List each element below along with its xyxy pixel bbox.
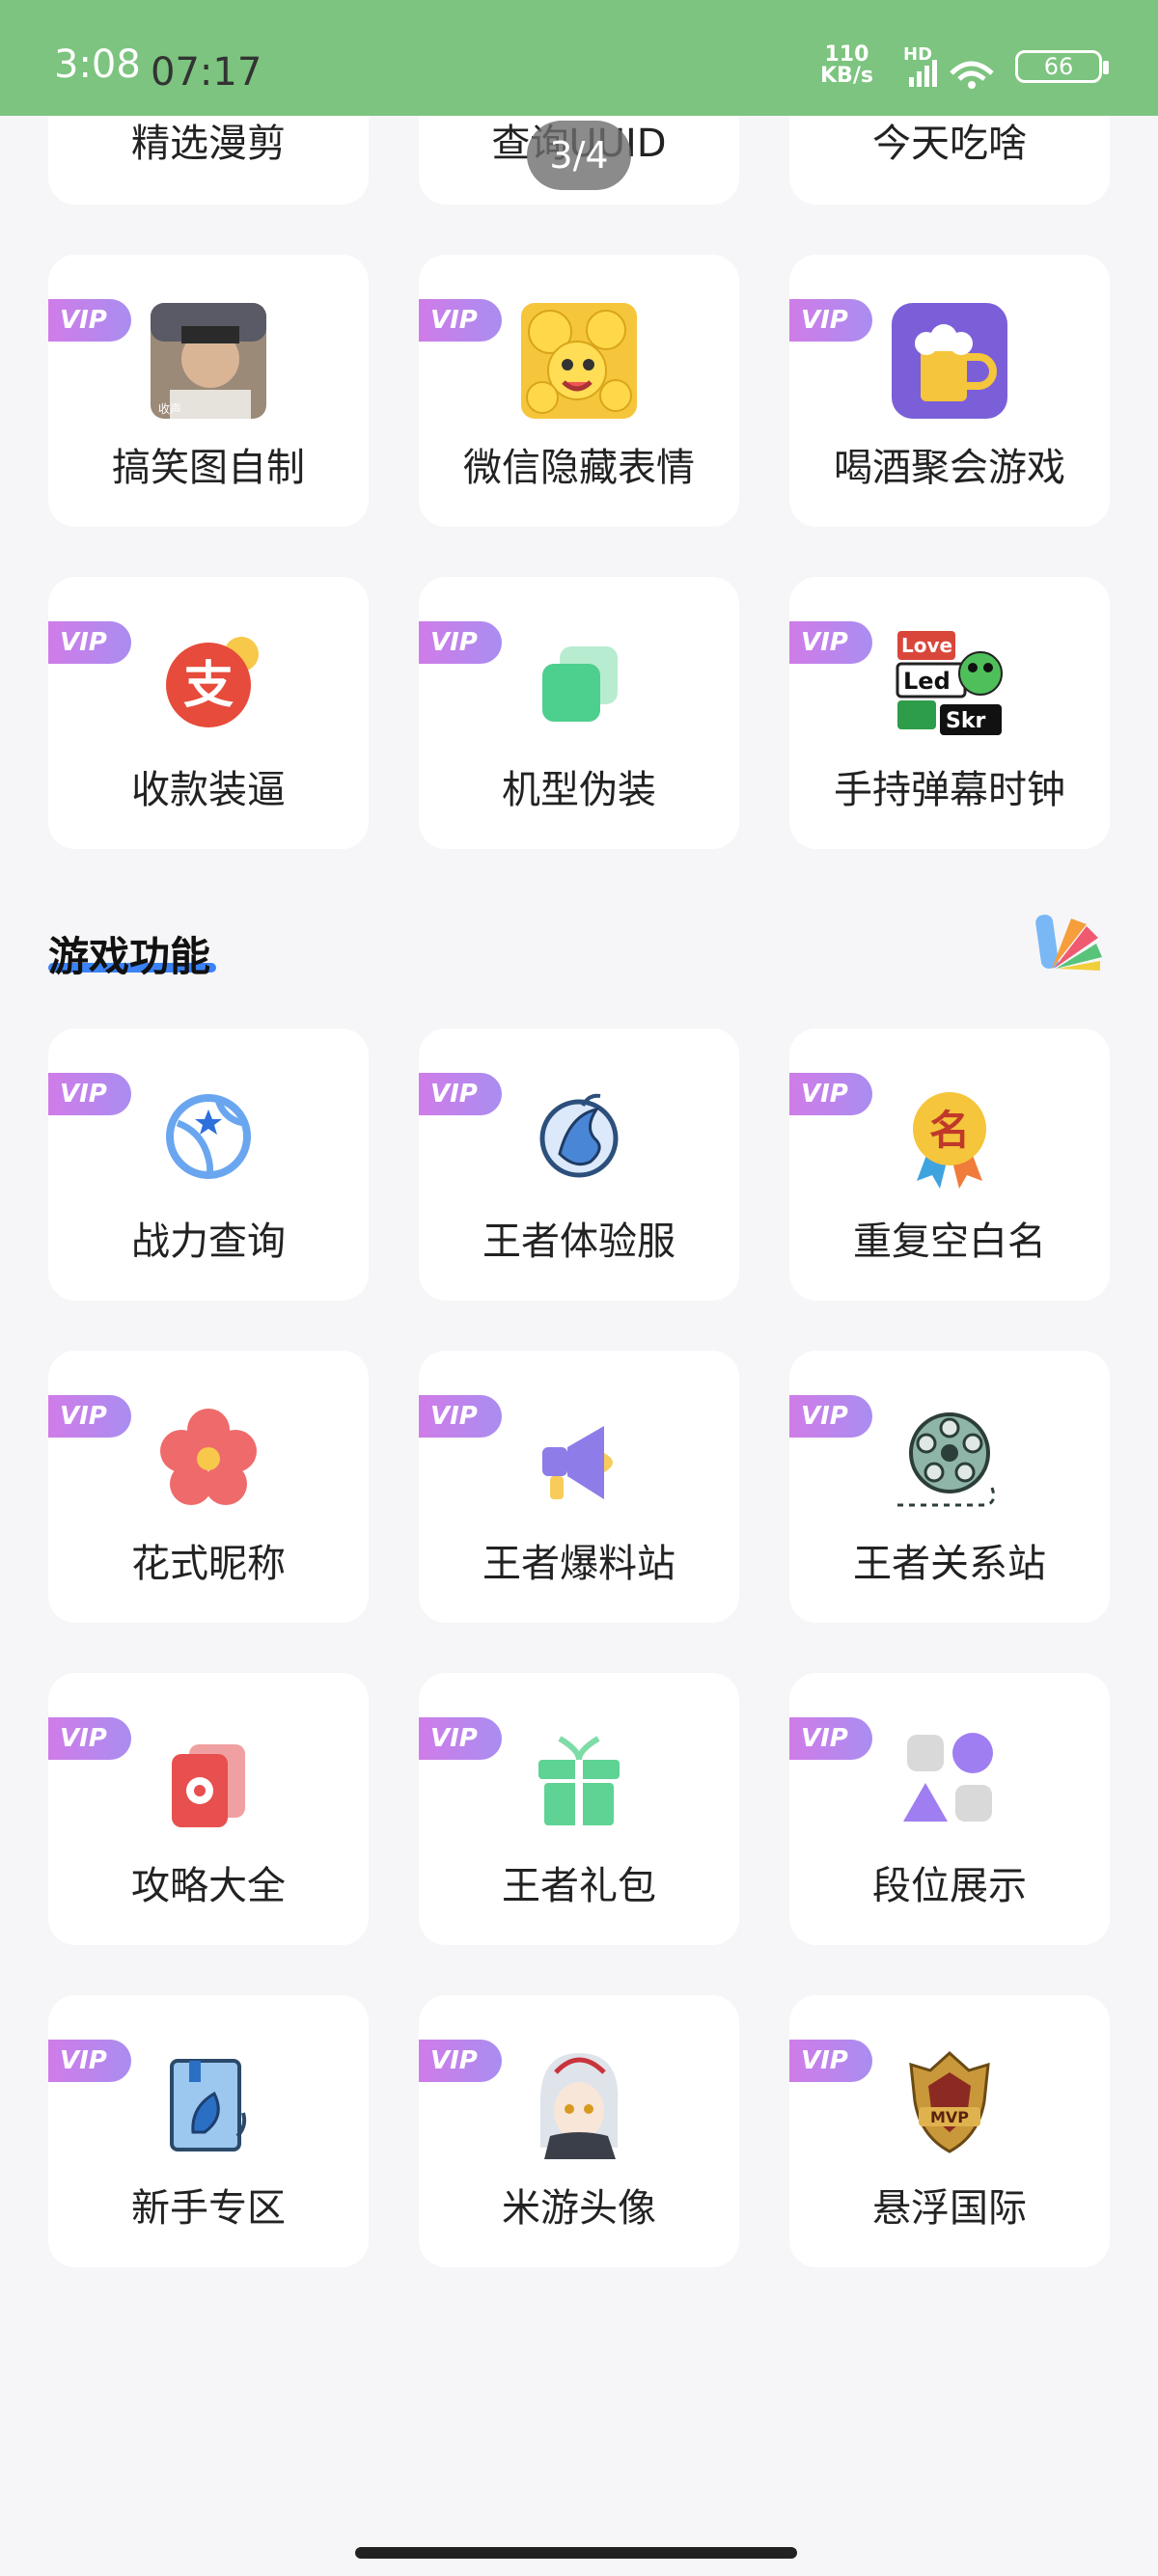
vip-badge: VIP	[419, 2040, 502, 2082]
network-speed: 110 KB/s	[820, 44, 873, 87]
emoji-faces-icon	[521, 303, 637, 419]
section-title: 游戏功能	[48, 933, 211, 980]
tool-label: 段位展示	[872, 1864, 1027, 1908]
vip-badge: VIP	[48, 1073, 131, 1115]
tool-card-handheld-led-clock[interactable]: VIP Love Led Skr 手持弹幕时钟	[789, 577, 1110, 849]
tool-label: 重复空白名	[853, 1219, 1046, 1264]
tool-label: 新手专区	[131, 2186, 286, 2231]
tool-label: 王者关系站	[853, 1542, 1046, 1586]
tool-label: 攻略大全	[131, 1864, 286, 1908]
alipay-icon: 支	[166, 637, 259, 727]
mvp-badge-icon: MVP	[909, 2050, 990, 2153]
tool-card-device-disguise[interactable]: VIP 机型伪装	[419, 577, 739, 849]
vip-badge: VIP	[48, 299, 131, 342]
svg-text:Led: Led	[903, 668, 951, 695]
beer-mug-icon	[892, 303, 1007, 419]
svg-text:收声: 收声	[158, 402, 181, 416]
vip-badge: VIP	[789, 299, 872, 342]
tool-card-what-to-eat[interactable]: 今天吃啥	[789, 116, 1110, 205]
network-speed-value: 110	[824, 42, 869, 67]
vip-badge: VIP	[48, 2040, 131, 2082]
tool-card-fancy-nickname[interactable]: VIP 花式昵称	[48, 1351, 369, 1623]
vip-badge: VIP	[419, 621, 502, 664]
vip-badge: VIP	[789, 621, 872, 664]
meme-photo-icon: 收声	[151, 303, 266, 419]
tool-card-power-query[interactable]: VIP 战力查询	[48, 1028, 369, 1301]
tool-card-gift-pack[interactable]: VIP 王者礼包	[419, 1673, 739, 1945]
vip-badge: VIP	[48, 1395, 131, 1438]
led-sticker-icon: Love Led Skr	[896, 631, 1003, 735]
vip-badge: VIP	[789, 2040, 872, 2082]
tool-card-miyou-avatar[interactable]: VIP 米游头像	[419, 1995, 739, 2267]
tool-label: 精选漫剪	[131, 122, 286, 166]
tool-label: 米游头像	[502, 2186, 656, 2231]
megaphone-icon	[542, 1426, 613, 1499]
name-medal-icon: 名	[913, 1092, 986, 1189]
tool-label: 王者礼包	[502, 1864, 656, 1908]
tool-label: 悬浮国际	[872, 2186, 1027, 2231]
vip-badge: VIP	[419, 1395, 502, 1438]
flower-icon	[160, 1409, 257, 1505]
phoenix-icon	[539, 1093, 619, 1178]
vip-badge: VIP	[789, 1717, 872, 1760]
svg-text:支: 支	[183, 657, 234, 715]
tool-card-wechat-hidden-emoji[interactable]: VIP 微信隐藏表情	[419, 255, 739, 527]
tool-card-strategy-guide[interactable]: VIP 攻略大全	[48, 1673, 369, 1945]
vip-badge: VIP	[419, 1717, 502, 1760]
tool-card-newbie-zone[interactable]: VIP 新手专区	[48, 1995, 369, 2267]
tool-label: 花式昵称	[131, 1542, 286, 1586]
tool-card-floating-international[interactable]: VIP MVP 悬浮国际	[789, 1995, 1110, 2267]
vip-badge: VIP	[48, 621, 131, 664]
tool-label: 搞笑图自制	[112, 446, 305, 490]
tool-card-meme-maker[interactable]: VIP 收声 搞笑图自制	[48, 255, 369, 527]
tool-card-experience-server[interactable]: VIP 王者体验服	[419, 1028, 739, 1301]
tool-label: 微信隐藏表情	[463, 446, 695, 490]
tool-label: 今天吃啥	[872, 122, 1027, 166]
tool-label: 收款装逼	[131, 768, 286, 812]
page-indicator: 3/4	[527, 121, 631, 190]
network-speed-unit: KB/s	[820, 64, 873, 88]
tool-label: 王者体验服	[482, 1219, 676, 1264]
tool-card-duplicate-blank-name[interactable]: VIP 名 重复空白名	[789, 1028, 1110, 1301]
cards-icon	[172, 1744, 245, 1827]
vip-badge: VIP	[789, 1073, 872, 1115]
tool-card-relationship-station[interactable]: VIP 王者关系站	[789, 1351, 1110, 1623]
vip-badge: VIP	[419, 299, 502, 342]
gift-icon	[538, 1736, 620, 1825]
tool-label: 王者爆料站	[482, 1542, 676, 1586]
tool-card-news-station[interactable]: VIP 王者爆料站	[419, 1351, 739, 1623]
color-palette-icon[interactable]	[1033, 905, 1106, 978]
battery-level: 66	[1043, 53, 1074, 80]
signal-icon	[909, 60, 994, 89]
tool-card-fake-payment[interactable]: VIP 支 收款装逼	[48, 577, 369, 849]
svg-text:名: 名	[929, 1107, 970, 1154]
battery-icon: 66	[1015, 50, 1109, 83]
svg-text:Skr: Skr	[946, 709, 985, 733]
tool-card-drinking-game[interactable]: VIP 喝酒聚会游戏	[789, 255, 1110, 527]
status-time: 3:08	[54, 42, 141, 87]
shapes-icon	[903, 1733, 993, 1822]
tool-label: 喝酒聚会游戏	[834, 446, 1065, 490]
film-reel-icon	[897, 1412, 996, 1507]
tool-label: 战力查询	[131, 1219, 286, 1264]
tool-card-rank-display[interactable]: VIP 段位展示	[789, 1673, 1110, 1945]
tool-card-jingxuan-manjian[interactable]: 精选漫剪	[48, 116, 369, 205]
globe-star-icon	[166, 1094, 251, 1179]
leaf-book-icon	[170, 2059, 247, 2151]
svg-text:Love: Love	[901, 634, 952, 657]
home-indicator[interactable]	[355, 2547, 797, 2559]
vip-badge: VIP	[48, 1717, 131, 1760]
tool-label: 机型伪装	[502, 768, 656, 812]
layers-icon	[542, 646, 618, 722]
status-bar: 3:08 07:17 110 KB/s HD 66	[0, 0, 1158, 116]
anime-avatar-icon	[540, 2053, 619, 2159]
svg-text:MVP: MVP	[930, 2108, 969, 2126]
vip-badge: VIP	[419, 1073, 502, 1115]
overlay-time: 07:17	[151, 50, 262, 95]
vip-badge: VIP	[789, 1395, 872, 1438]
tool-label: 手持弹幕时钟	[834, 768, 1065, 812]
